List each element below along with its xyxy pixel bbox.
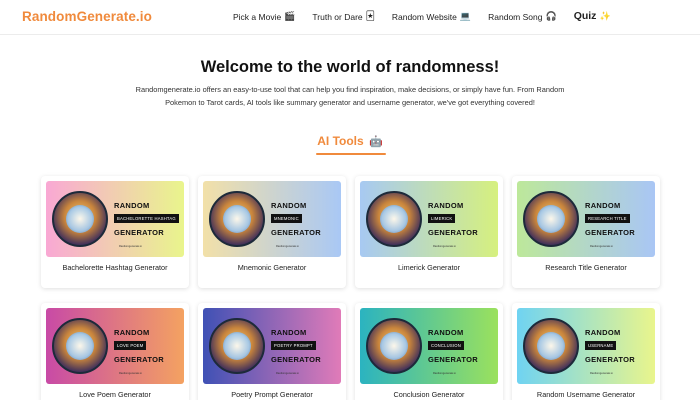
robot-icon: 🤖	[369, 136, 383, 148]
tool-thumbnail: RANDOM MNEMONIC GENERATOR Randomgenerate.io	[203, 181, 341, 257]
tool-card-title: Research Title Generator	[545, 263, 627, 272]
thumb-tool-label: MNEMONIC	[271, 214, 302, 223]
tool-illustration-icon	[366, 318, 422, 374]
tool-card[interactable]: RANDOM LOVE POEM GENERATOR Randomgenerate.i…	[41, 303, 189, 400]
thumb-site-text: Randomgenerate.io	[119, 245, 142, 248]
nav-label: Random Website	[391, 11, 457, 22]
laptop-icon: 💻	[459, 11, 472, 21]
tool-illustration-icon	[52, 318, 108, 374]
tool-card-title: Random Username Generator	[536, 390, 636, 399]
tool-card[interactable]: RANDOM USERNAME GENERATOR Randomgenerate.io…	[512, 303, 660, 400]
tool-card-title: Bachelorette Hashtag Generator	[62, 263, 168, 272]
thumb-generator-text: GENERATOR	[114, 228, 164, 237]
nav-label: Random Song	[488, 11, 543, 22]
thumb-random-text: RANDOM	[428, 328, 464, 337]
tool-card[interactable]: RANDOM MNEMONIC GENERATOR Randomgenerate.io…	[198, 176, 346, 288]
nav-label: Pick a Movie	[233, 11, 282, 22]
tool-thumbnail: RANDOM POETRY PROMPT GENERATOR Randomgenera…	[203, 308, 341, 384]
brand-logo[interactable]: RandomGenerate.io	[22, 9, 152, 24]
thumb-tool-label: CONCLUSION	[428, 341, 464, 350]
thumb-random-text: RANDOM	[271, 328, 307, 337]
illustration-center	[223, 205, 251, 233]
thumb-generator-text: GENERATOR	[585, 228, 635, 237]
thumb-random-text: RANDOM	[271, 201, 307, 210]
section-title-ai-tools[interactable]: AI Tools 🤖	[0, 134, 700, 148]
thumb-site-text: Randomgenerate.io	[590, 372, 613, 375]
tool-card[interactable]: RANDOM CONCLUSION GENERATOR Randomgenerate.…	[355, 303, 503, 400]
illustration-center	[380, 205, 408, 233]
thumb-generator-text: GENERATOR	[585, 355, 635, 364]
nav-truth-or-dare[interactable]: Truth or Dare 🃏	[312, 11, 374, 22]
thumb-tool-label: RESEARCH TITLE	[585, 214, 630, 223]
thumb-tool-label: BACHELORETTE HASHTAG	[114, 214, 179, 223]
cards-icon: 🃏	[365, 11, 375, 21]
illustration-center	[66, 332, 94, 360]
thumb-generator-text: GENERATOR	[271, 355, 321, 364]
thumb-random-text: RANDOM	[428, 201, 464, 210]
thumb-random-text: RANDOM	[114, 201, 150, 210]
nav-pick-a-movie[interactable]: Pick a Movie 🎬	[233, 11, 295, 22]
tool-card[interactable]: RANDOM RESEARCH TITLE GENERATOR Randomgener…	[512, 176, 660, 288]
nav-links: Pick a Movie 🎬 Truth or Dare 🃏 Random We…	[233, 10, 628, 22]
page-title: Welcome to the world of randomness!	[200, 58, 500, 76]
tool-thumbnail: RANDOM CONCLUSION GENERATOR Randomgenerate.…	[360, 308, 498, 384]
top-nav: RandomGenerate.io Pick a Movie 🎬 Truth o…	[0, 0, 700, 35]
thumb-tool-label: USERNAME	[585, 341, 617, 350]
tool-card[interactable]: RANDOM POETRY PROMPT GENERATOR Randomgenera…	[198, 303, 346, 400]
thumb-site-text: Randomgenerate.io	[276, 372, 299, 375]
headphones-icon: 🎧	[545, 11, 557, 21]
thumb-site-text: Randomgenerate.io	[590, 245, 613, 248]
tool-thumbnail: RANDOM LOVE POEM GENERATOR Randomgenerate.i…	[46, 308, 184, 384]
tool-card[interactable]: RANDOM BACHELORETTE HASHTAG GENERATOR Rando…	[41, 176, 189, 288]
tool-card-title: Poetry Prompt Generator	[231, 390, 313, 399]
sparkles-icon: ✨	[599, 10, 611, 21]
thumb-tool-label: POETRY PROMPT	[271, 341, 316, 350]
thumb-generator-text: GENERATOR	[114, 355, 164, 364]
tool-thumbnail: RANDOM USERNAME GENERATOR Randomgenerate.io	[517, 308, 655, 384]
illustration-center	[380, 332, 408, 360]
thumb-tool-label: LIMERICK	[428, 214, 456, 223]
nav-label: Truth or Dare	[312, 11, 363, 22]
nav-label: Quiz	[573, 10, 597, 22]
illustration-center	[66, 205, 94, 233]
thumb-site-text: Randomgenerate.io	[276, 245, 299, 248]
tool-card-title: Limerick Generator	[397, 263, 461, 272]
illustration-center	[537, 332, 565, 360]
tool-illustration-icon	[523, 318, 579, 374]
nav-random-website[interactable]: Random Website 💻	[392, 11, 471, 22]
illustration-center	[537, 205, 565, 233]
thumb-random-text: RANDOM	[585, 201, 621, 210]
tool-thumbnail: RANDOM BACHELORETTE HASHTAG GENERATOR Rando…	[46, 181, 184, 257]
thumb-site-text: Randomgenerate.io	[119, 372, 142, 375]
thumb-tool-label: LOVE POEM	[114, 341, 147, 350]
nav-random-song[interactable]: Random Song 🎧	[488, 11, 557, 22]
tool-card-title: Mnemonic Generator	[237, 263, 307, 272]
movie-icon: 🎬	[284, 11, 296, 21]
thumb-random-text: RANDOM	[585, 328, 621, 337]
page-description: Randomgenerate.io offers an easy-to-use …	[135, 85, 565, 107]
thumb-generator-text: GENERATOR	[271, 228, 321, 237]
section-label: AI Tools	[317, 134, 364, 148]
thumb-random-text: RANDOM	[114, 328, 150, 337]
section-underline	[316, 153, 386, 155]
thumb-generator-text: GENERATOR	[428, 228, 478, 237]
thumb-site-text: Randomgenerate.io	[433, 245, 456, 248]
tool-thumbnail: RANDOM LIMERICK GENERATOR Randomgenerate.io	[360, 181, 498, 257]
illustration-center	[223, 332, 251, 360]
nav-quiz[interactable]: Quiz ✨	[574, 10, 611, 22]
tool-illustration-icon	[523, 191, 579, 247]
tool-card[interactable]: RANDOM LIMERICK GENERATOR Randomgenerate.io…	[355, 176, 503, 288]
tool-card-title: Conclusion Generator	[393, 390, 465, 399]
tool-illustration-icon	[209, 191, 265, 247]
tool-illustration-icon	[366, 191, 422, 247]
tool-card-title: Love Poem Generator	[79, 390, 151, 399]
thumb-generator-text: GENERATOR	[428, 355, 478, 364]
tool-illustration-icon	[52, 191, 108, 247]
tool-thumbnail: RANDOM RESEARCH TITLE GENERATOR Randomgener…	[517, 181, 655, 257]
tool-illustration-icon	[209, 318, 265, 374]
thumb-site-text: Randomgenerate.io	[433, 372, 456, 375]
